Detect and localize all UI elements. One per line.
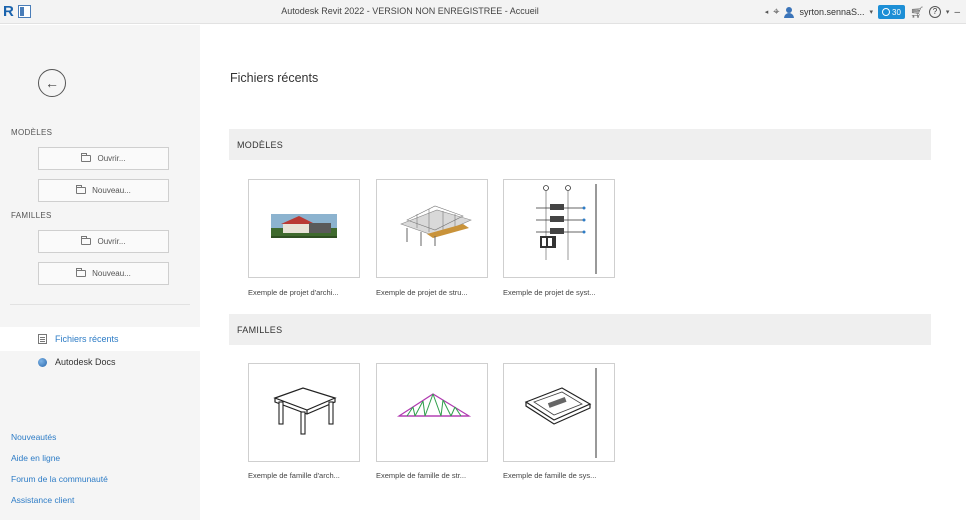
back-button[interactable]: ← — [38, 69, 66, 97]
main-content: Fichiers récents MODÈLES Exemple de proj… — [200, 25, 966, 520]
structure-thumbnail — [400, 205, 472, 246]
link-whats-new[interactable]: Nouveautés — [11, 432, 56, 442]
chevron-down-icon[interactable]: ▾ — [870, 8, 874, 16]
title-bar: R Autodesk Revit 2022 - VERSION NON ENRE… — [0, 0, 966, 24]
recent-files-icon — [38, 334, 47, 344]
window-title: Autodesk Revit 2022 - VERSION NON ENREGI… — [281, 6, 539, 16]
model-card-systems[interactable] — [503, 179, 615, 278]
titlebar-tools: ◂ ⌖ syrton.sennaS... ▾ 30 🛒︎ ? ▾ – — [765, 4, 960, 20]
families-new-button[interactable]: Nouveau... — [38, 262, 169, 285]
folder-new-icon — [76, 185, 87, 194]
expand-caret-icon[interactable]: ◂ — [765, 8, 769, 16]
family-card-systems[interactable] — [503, 363, 615, 462]
nav-docs-label: Autodesk Docs — [55, 357, 116, 367]
help-icon[interactable]: ? — [928, 6, 941, 18]
nav-autodesk-docs[interactable]: Autodesk Docs — [0, 351, 200, 373]
folder-new-icon — [76, 268, 87, 277]
families-open-button[interactable]: Ouvrir... — [38, 230, 169, 253]
arrow-left-icon: ← — [45, 75, 59, 91]
families-new-label: Nouveau... — [92, 269, 131, 278]
family-card-architecture-label[interactable]: Exemple de famille d'arch... — [248, 471, 370, 480]
trial-badge[interactable]: 30 — [878, 5, 905, 19]
tray-thumbnail — [524, 368, 597, 458]
family-card-structure-label[interactable]: Exemple de famille de str... — [376, 471, 498, 480]
link-online-help[interactable]: Aide en ligne — [11, 453, 60, 463]
families-label: FAMILLES — [11, 211, 52, 220]
divider — [10, 304, 190, 305]
architecture-thumbnail — [271, 214, 337, 238]
binoculars-icon[interactable]: ⌖ — [773, 6, 779, 19]
truss-thumbnail — [396, 393, 472, 417]
page-title: Fichiers récents — [230, 71, 319, 85]
clock-icon — [882, 8, 891, 16]
model-card-architecture[interactable] — [248, 179, 360, 278]
nav-recent-label: Fichiers récents — [55, 334, 119, 344]
family-card-architecture[interactable] — [248, 363, 360, 462]
model-card-architecture-label[interactable]: Exemple de projet d'archi... — [248, 288, 370, 297]
trial-days: 30 — [892, 7, 901, 17]
models-open-button[interactable]: Ouvrir... — [38, 147, 169, 170]
models-label: MODÈLES — [11, 128, 53, 137]
table-thumbnail — [273, 387, 337, 435]
folder-open-icon — [81, 153, 92, 162]
families-open-label: Ouvrir... — [97, 237, 126, 246]
models-new-button[interactable]: Nouveau... — [38, 179, 169, 202]
user-icon[interactable] — [784, 6, 795, 18]
help-chevron-icon[interactable]: ▾ — [946, 8, 950, 16]
username-label[interactable]: syrton.sennaS... — [799, 7, 864, 17]
cart-icon[interactable]: 🛒︎ — [910, 6, 924, 19]
app-icon[interactable] — [18, 5, 31, 18]
models-open-label: Ouvrir... — [97, 154, 126, 163]
models-new-label: Nouveau... — [92, 186, 131, 195]
revit-logo-icon[interactable]: R — [3, 4, 17, 19]
link-community-forum[interactable]: Forum de la communauté — [11, 474, 108, 484]
family-card-systems-label[interactable]: Exemple de famille de sys... — [503, 471, 625, 480]
sidebar: ← MODÈLES Ouvrir... Nouveau... FAMILLES … — [0, 25, 200, 520]
model-card-structure[interactable] — [376, 179, 488, 278]
nav-recent-files[interactable]: Fichiers récents — [0, 327, 200, 351]
families-section-header: FAMILLES — [229, 314, 931, 345]
models-section-header: MODÈLES — [229, 129, 931, 160]
family-card-structure[interactable] — [376, 363, 488, 462]
systems-thumbnail — [536, 184, 597, 274]
link-customer-support[interactable]: Assistance client — [11, 495, 74, 505]
model-card-structure-label[interactable]: Exemple de projet de stru... — [376, 288, 498, 297]
folder-open-icon — [81, 236, 92, 245]
model-card-systems-label[interactable]: Exemple de projet de syst... — [503, 288, 625, 297]
autodesk-docs-icon — [38, 357, 47, 367]
minimize-icon[interactable]: – — [954, 7, 960, 18]
